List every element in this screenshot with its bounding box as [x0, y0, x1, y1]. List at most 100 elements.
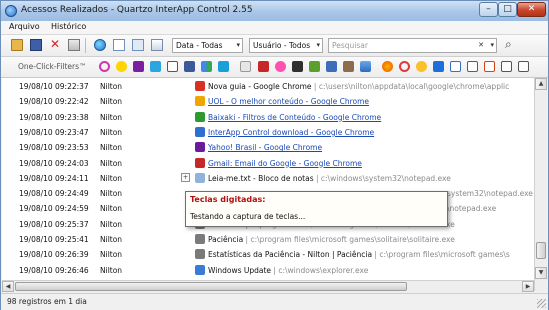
filter-google-icon[interactable] — [201, 61, 212, 72]
menu-bar: Arquivo Histórico — [1, 21, 548, 35]
window-view-icon[interactable] — [113, 39, 125, 51]
filter-orkut-icon[interactable] — [99, 61, 110, 72]
row-user: Nilton — [100, 173, 123, 183]
row-window-title: Windows Update | c:\windows\explorer.exe — [208, 266, 368, 275]
chevron-down-icon[interactable]: ▾ — [490, 39, 494, 52]
menu-file[interactable]: Arquivo — [9, 22, 40, 31]
row-time: 09:23:47 — [55, 127, 89, 137]
screenshot-icon[interactable] — [132, 39, 144, 51]
one-click-filters-bar: One-Click-Filters™ — [1, 57, 548, 78]
row-window-title[interactable]: Gmail: Email do Google - Google Chrome — [208, 159, 362, 168]
toolbar-separator — [85, 38, 86, 53]
clear-search-icon[interactable]: ✕ — [478, 39, 484, 52]
row-date: 19/08/10 — [19, 189, 53, 199]
scroll-right-icon[interactable]: ▶ — [522, 281, 534, 292]
filter-tree-icon[interactable] — [309, 61, 320, 72]
filter-skype-icon[interactable] — [218, 61, 229, 72]
user-filter-value: Usuário - Todos — [253, 41, 311, 50]
chevron-down-icon: ▾ — [316, 41, 320, 49]
access-log-list[interactable]: 19/08/10 09:22:37 Nilton Nova guia - Google… — [2, 78, 534, 291]
expand-row-button[interactable]: + — [181, 172, 190, 182]
filter-yahoo-icon[interactable] — [133, 61, 144, 72]
row-window-title: system32\notepad.exe — [447, 189, 533, 198]
filter-windows-icon[interactable] — [360, 61, 371, 72]
table-row[interactable]: 19/08/10 09:26:46 Nilton Windows Update | c… — [2, 264, 534, 277]
row-date: 19/08/10 — [19, 112, 53, 122]
table-row[interactable]: 19/08/10 09:24:11 Nilton + Leia-me.txt - Blo… — [2, 172, 534, 185]
scroll-left-icon[interactable]: ◀ — [2, 281, 14, 292]
row-window-title: Paciência | c:\program files\microsoft g… — [208, 235, 455, 244]
record-count: 98 registros em 1 dia — [7, 297, 87, 306]
row-time: 09:24:03 — [55, 158, 89, 168]
title-bar[interactable]: Acessos Realizados - Quartzo InterApp Co… — [1, 1, 548, 21]
scroll-up-icon[interactable]: ▲ — [535, 78, 547, 90]
table-row[interactable]: 19/08/10 09:22:37 Nilton Nova guia - Google… — [2, 80, 534, 93]
filter-notes-icon[interactable] — [501, 61, 512, 72]
row-user: Nilton — [100, 265, 123, 275]
solitaire-icon — [195, 249, 205, 260]
horizontal-scroll-thumb[interactable] — [15, 282, 407, 291]
row-time: 09:23:53 — [55, 143, 89, 153]
row-window-title[interactable]: UOL - O melhor conteúdo - Google Chrome — [208, 97, 369, 106]
filter-opera-icon[interactable] — [399, 61, 410, 72]
filter-heart-icon[interactable] — [275, 61, 286, 72]
search-input[interactable]: Pesquisar ✕ ▾ — [328, 38, 497, 53]
menu-history[interactable]: Histórico — [51, 22, 86, 31]
open-folder-icon[interactable] — [11, 39, 23, 51]
report-icon[interactable] — [151, 39, 163, 51]
row-process-path: | c:\program files\microsoft games\s — [372, 250, 510, 260]
save-icon[interactable] — [30, 39, 42, 51]
resize-grip-icon[interactable] — [537, 299, 546, 308]
filter-chrome-icon[interactable] — [416, 61, 427, 72]
filter-excel-icon[interactable] — [467, 61, 478, 72]
print-icon[interactable] — [68, 39, 80, 51]
filter-twitter-icon[interactable] — [150, 61, 161, 72]
row-user: Nilton — [100, 127, 123, 137]
user-filter-select[interactable]: Usuário - Todos ▾ — [249, 38, 323, 53]
table-row[interactable]: 19/08/10 09:22:42 Nilton UOL - O melhor con… — [2, 95, 534, 108]
date-filter-value: Data - Todas — [176, 41, 223, 50]
row-window-title[interactable]: InterApp Control download - Google Chrom… — [208, 128, 374, 137]
row-title-text: Paciência — [208, 235, 244, 244]
filter-download-icon[interactable] — [292, 61, 303, 72]
baixaki-icon — [195, 111, 205, 122]
filter-youtube-icon[interactable] — [258, 61, 269, 72]
filter-gmail-icon[interactable] — [167, 61, 178, 72]
filter-g-icon[interactable] — [433, 61, 444, 72]
minimize-button[interactable]: – — [479, 2, 498, 17]
row-title-text: Baixaki - Filtros de Conteúdo - Google C… — [208, 112, 382, 122]
maximize-button[interactable]: □ — [498, 2, 517, 17]
row-date: 19/08/10 — [19, 173, 53, 183]
table-row[interactable]: 19/08/10 09:23:38 Nilton Baixaki - Filtros … — [2, 111, 534, 124]
filter-network-icon[interactable] — [326, 61, 337, 72]
table-row[interactable]: 19/08/10 09:23:47 Nilton InterApp Control d… — [2, 126, 534, 139]
filter-firefox-icon[interactable] — [382, 61, 393, 72]
search-icon[interactable]: ⌕ — [505, 38, 517, 51]
table-row[interactable]: 19/08/10 09:26:39 Nilton Estatísticas da Pa… — [2, 248, 534, 261]
horizontal-scrollbar[interactable]: ◀ ▶ — [2, 280, 534, 293]
filter-file-icon[interactable] — [518, 61, 529, 72]
filters-label: One-Click-Filters™ — [18, 62, 87, 71]
table-row[interactable]: 19/08/10 09:23:53 Nilton Yahoo! Brasil - Go… — [2, 141, 534, 154]
filter-powerpoint-icon[interactable] — [484, 61, 495, 72]
row-user: Nilton — [100, 250, 123, 260]
row-date: 19/08/10 — [19, 219, 53, 229]
filter-word-icon[interactable] — [450, 61, 461, 72]
close-button[interactable]: ✕ — [517, 2, 546, 17]
delete-icon[interactable]: ✕ — [49, 38, 61, 51]
globe-icon[interactable] — [94, 39, 106, 51]
filter-document-icon[interactable] — [240, 61, 251, 72]
row-window-title[interactable]: Yahoo! Brasil - Google Chrome — [208, 143, 322, 152]
windows-update-icon — [195, 264, 205, 275]
filter-facebook-icon[interactable] — [184, 61, 195, 72]
table-row[interactable]: 19/08/10 09:25:41 Nilton Paciência | c:\pro… — [2, 233, 534, 246]
vertical-scrollbar[interactable]: ▲ ▼ — [534, 78, 547, 291]
vertical-scroll-thumb[interactable] — [536, 242, 546, 259]
filter-msn-icon[interactable] — [116, 61, 127, 72]
row-window-title[interactable]: Baixaki - Filtros de Conteúdo - Google C… — [208, 113, 381, 122]
date-filter-select[interactable]: Data - Todas ▾ — [172, 38, 243, 53]
table-row[interactable]: 19/08/10 09:24:03 Nilton Gmail: Email do Go… — [2, 157, 534, 170]
filter-cabinet-icon[interactable] — [343, 61, 354, 72]
row-window-title: Nova guia - Google Chrome | c:\users\nil… — [208, 82, 509, 91]
scroll-down-icon[interactable]: ▼ — [535, 267, 547, 279]
